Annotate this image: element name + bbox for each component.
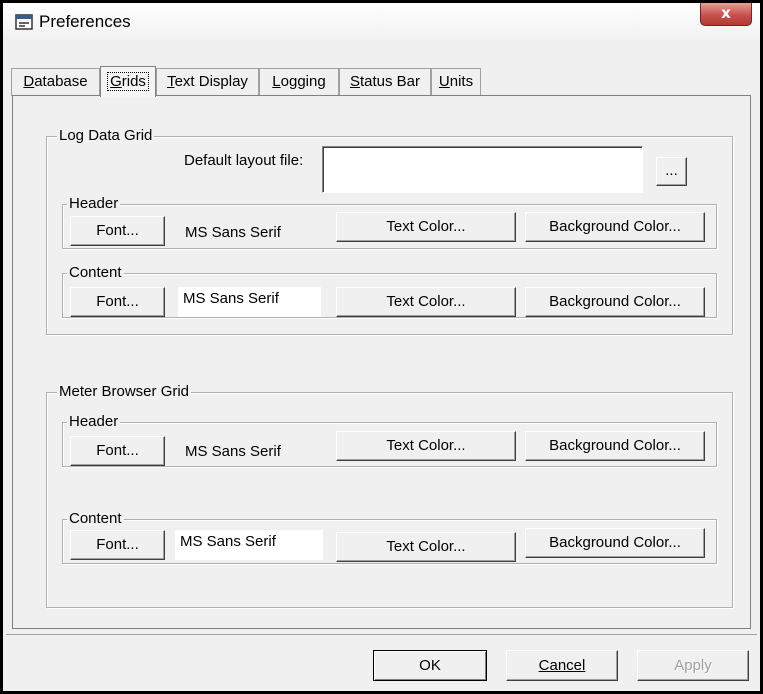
meter-browser-grid-title: Meter Browser Grid [57,383,192,401]
tab-logging-label: ogging [280,73,326,90]
tab-status-bar-label: tatus Bar [359,73,421,90]
tab-text-display[interactable]: Text Display [156,68,259,96]
tab-grids-label: Grids [107,72,149,91]
log-header-bg-color-button[interactable]: Background Color... [525,212,705,242]
meter-header-font-button-label: Font... [96,442,139,459]
meter-header-group: Header Font... MS Sans Serif Text Color.… [62,413,717,467]
preferences-window-icon [15,14,33,30]
meter-header-bg-color-label: Background Color... [549,437,681,454]
log-data-grid-group: Log Data Grid Default layout file: ... H… [46,127,733,335]
meter-content-font-button-label: Font... [96,536,139,553]
cancel-button[interactable]: Cancel [506,650,618,681]
tab-units[interactable]: Units [431,68,481,96]
meter-content-title: Content [67,510,124,528]
log-content-font-button-label: Font... [96,293,139,310]
footer-divider [6,634,757,635]
ok-button-label: OK [419,657,441,674]
meter-content-font-preview: MS Sans Serif [175,530,323,560]
log-content-font-name: MS Sans Serif [183,290,279,307]
ok-button[interactable]: OK [373,650,487,681]
tab-logging-mnemonic: L [272,73,281,90]
log-header-text-color-label: Text Color... [386,218,466,235]
meter-content-font-name: MS Sans Serif [180,533,276,550]
log-content-font-button[interactable]: Font... [70,287,165,317]
tab-text-display-label: ext Display [174,73,248,90]
meter-header-font-name: MS Sans Serif [185,443,281,460]
meter-content-bg-color-label: Background Color... [549,534,681,551]
meter-header-bg-color-button[interactable]: Background Color... [525,431,705,461]
meter-browser-grid-group: Meter Browser Grid Header Font... MS San… [46,383,733,608]
meter-header-text-color-button[interactable]: Text Color... [336,431,516,461]
browse-layout-button[interactable]: ... [656,157,687,186]
tab-units-label: nits [449,73,474,90]
tab-database[interactable]: Database [11,68,100,96]
tab-text-display-mnemonic: T [167,73,175,90]
default-layout-label: Default layout file: [184,152,304,169]
log-header-title: Header [67,195,121,213]
meter-header-font-button[interactable]: Font... [70,436,165,466]
log-data-grid-title: Log Data Grid [57,127,155,145]
tab-grids[interactable]: Grids [100,66,156,97]
cancel-button-label: Cancel [538,657,586,674]
default-layout-field[interactable] [322,146,643,193]
log-header-bg-color-label: Background Color... [549,218,681,235]
tab-database-mnemonic: D [23,73,35,90]
tab-database-label: atabase [34,73,88,90]
preferences-dialog: Preferences x Database Grids Text Displa… [0,0,763,694]
log-header-font-name: MS Sans Serif [185,224,281,241]
grids-tab-panel: Log Data Grid Default layout file: ... H… [12,95,751,629]
log-header-group: Header Font... MS Sans Serif Text Color.… [62,195,717,249]
browse-button-label: ... [665,162,678,179]
log-header-font-button[interactable]: Font... [70,216,165,246]
close-button[interactable]: x [700,3,752,26]
log-header-font-button-label: Font... [96,222,139,239]
close-icon: x [721,4,731,22]
log-content-bg-color-label: Background Color... [549,293,681,310]
log-content-bg-color-button[interactable]: Background Color... [525,287,705,317]
tab-logging[interactable]: Logging [259,68,339,96]
log-content-text-color-label: Text Color... [386,293,466,310]
meter-content-bg-color-button[interactable]: Background Color... [525,528,705,558]
log-content-title: Content [67,264,124,282]
log-header-text-color-button[interactable]: Text Color... [336,212,516,242]
apply-button[interactable]: Apply [637,650,749,681]
window-title: Preferences [39,12,131,31]
meter-content-font-button[interactable]: Font... [70,530,165,560]
log-content-text-color-button[interactable]: Text Color... [336,287,516,317]
tab-status-bar[interactable]: Status Bar [339,68,431,96]
meter-content-text-color-button[interactable]: Text Color... [336,532,516,562]
tab-units-mnemonic: U [438,73,450,90]
tab-status-bar-mnemonic: S [349,73,360,90]
title-bar[interactable]: Preferences x [3,3,760,43]
meter-content-group: Content Font... MS Sans Serif Text Color… [62,510,717,564]
log-content-group: Content Font... MS Sans Serif Text Color… [62,264,717,318]
log-content-font-preview: MS Sans Serif [178,287,321,317]
meter-header-text-color-label: Text Color... [386,437,466,454]
meter-header-title: Header [67,413,121,431]
apply-button-label: Apply [674,657,712,674]
meter-content-text-color-label: Text Color... [386,538,466,555]
